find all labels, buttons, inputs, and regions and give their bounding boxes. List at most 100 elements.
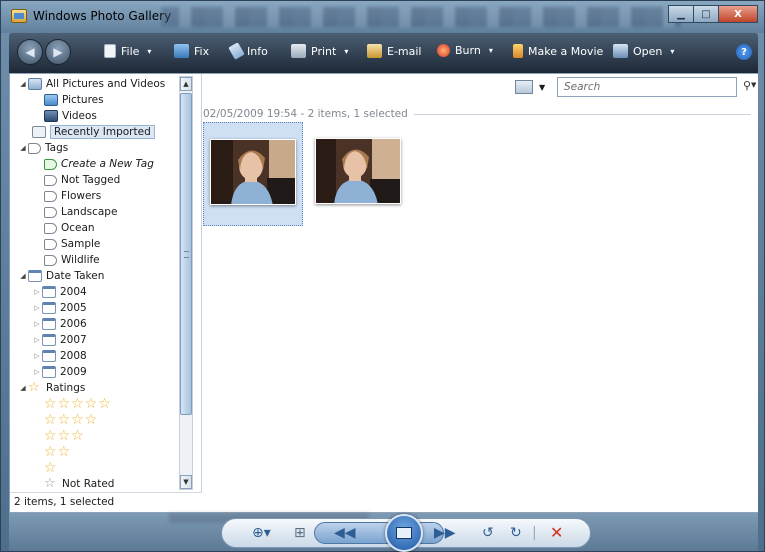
rotate-clockwise-icon[interactable]: ↻ (510, 525, 522, 541)
nav-item-create-tag[interactable]: Create a New Tag (10, 156, 178, 172)
expand-arrow-icon[interactable]: ▷ (32, 336, 42, 344)
nav-item-year[interactable]: ▷ 2007 (10, 332, 178, 348)
collapse-arrow-icon[interactable]: ◢ (18, 80, 28, 88)
divider (413, 113, 751, 115)
email-button[interactable]: E-mail (367, 44, 422, 58)
photo-gallery-window: Windows Photo Gallery ▁ □ X ◀ ▶ File ▾ F… (0, 0, 765, 552)
calendar-icon (42, 302, 56, 314)
chevron-down-icon[interactable]: ▼ (751, 81, 756, 89)
chevron-down-icon: ▾ (488, 46, 493, 55)
scroll-up-button[interactable]: ▲ (180, 77, 192, 91)
nav-label: Ratings (46, 382, 86, 394)
grip-icon (184, 251, 189, 258)
actual-size-icon[interactable]: ⊞ (294, 525, 306, 541)
nav-item-tags[interactable]: ◢ Tags (10, 140, 178, 156)
photo-thumbnail[interactable] (309, 122, 409, 226)
nav-item-rating-3[interactable]: ☆☆☆ (10, 428, 178, 444)
photo-gallery-app-icon[interactable] (11, 9, 27, 23)
nav-label: 2008 (60, 350, 87, 362)
make-a-movie-button[interactable]: Make a Movie (513, 44, 603, 58)
five-stars-icon: ☆☆☆☆☆ (44, 396, 112, 412)
nav-item-rating-1[interactable]: ☆ (10, 460, 178, 476)
photo-thumbnail[interactable] (203, 122, 303, 226)
nav-label: Wildlife (61, 254, 100, 266)
nav-label: Recently Imported (50, 125, 155, 139)
nav-item-tag[interactable]: Ocean (10, 220, 178, 236)
blurred-background-overlay (161, 7, 681, 27)
view-selector[interactable]: ▼ (515, 80, 545, 94)
nav-label: 2004 (60, 286, 87, 298)
navigation-scrollbar[interactable]: ▲ ▼ (179, 76, 193, 490)
two-stars-icon: ☆☆ (44, 444, 72, 460)
nav-item-not-tagged[interactable]: Not Tagged (10, 172, 178, 188)
collapse-arrow-icon[interactable]: ◢ (18, 384, 28, 392)
nav-item-not-rated[interactable]: ☆ Not Rated (10, 476, 178, 492)
collapse-arrow-icon[interactable]: ◢ (18, 144, 28, 152)
scroll-down-button[interactable]: ▼ (180, 475, 192, 489)
expand-arrow-icon[interactable]: ▷ (32, 288, 42, 296)
next-icon[interactable]: ▶▶ (434, 525, 456, 541)
nav-item-all-pictures-and-videos[interactable]: ◢ All Pictures and Videos (10, 76, 178, 92)
forward-button[interactable]: ▶ (45, 39, 71, 65)
burn-label: Burn (455, 44, 481, 57)
nav-item-ratings[interactable]: ◢ ☆ Ratings (10, 380, 178, 396)
nav-item-year[interactable]: ▷ 2004 (10, 284, 178, 300)
chevron-down-icon: ▼ (539, 82, 546, 92)
calendar-icon (42, 334, 56, 346)
nav-item-rating-5[interactable]: ☆☆☆☆☆ (10, 396, 178, 412)
open-menu-button[interactable]: Open ▾ (613, 44, 674, 58)
maximize-button[interactable]: □ (693, 5, 719, 23)
album-icon (28, 78, 42, 90)
fix-icon (174, 44, 189, 58)
print-menu-button[interactable]: Print ▾ (291, 44, 348, 58)
nav-item-tag[interactable]: Flowers (10, 188, 178, 204)
nav-item-date-taken[interactable]: ◢ Date Taken (10, 268, 178, 284)
nav-item-rating-2[interactable]: ☆☆ (10, 444, 178, 460)
help-button[interactable]: ? (736, 44, 752, 60)
file-icon (104, 44, 116, 58)
search-icon[interactable]: ⚲ (743, 79, 751, 92)
previous-icon[interactable]: ◀◀ (334, 525, 356, 541)
slide-show-button[interactable] (385, 514, 423, 552)
nav-item-videos[interactable]: Videos (10, 108, 178, 124)
nav-item-tag[interactable]: Sample (10, 236, 178, 252)
nav-item-year[interactable]: ▷ 2009 (10, 364, 178, 380)
scrollbar-thumb[interactable] (180, 93, 192, 415)
controls-pill: ⊕▾ ⊞ ◀◀ ▶▶ ↺ ↻ | ✕ (221, 514, 591, 552)
burn-menu-button[interactable]: Burn ▾ (437, 44, 493, 57)
expand-arrow-icon[interactable]: ▷ (32, 368, 42, 376)
chevron-down-icon: ▾ (670, 46, 675, 56)
expand-arrow-icon[interactable]: ▷ (32, 320, 42, 328)
nav-item-tag[interactable]: Wildlife (10, 252, 178, 268)
nav-label: Create a New Tag (61, 158, 154, 170)
nav-label: Pictures (62, 94, 104, 106)
collapse-arrow-icon[interactable]: ◢ (18, 272, 28, 280)
date-group-header[interactable]: 02/05/2009 19:54 - 2 items, 1 selected (203, 107, 751, 121)
minimize-button[interactable]: ▁ (668, 5, 694, 23)
fix-button[interactable]: Fix (174, 44, 209, 58)
playback-control-bar: ⊕▾ ⊞ ◀◀ ▶▶ ↺ ↻ | ✕ (9, 513, 758, 552)
nav-item-rating-4[interactable]: ☆☆☆☆ (10, 412, 178, 428)
rotate-counterclockwise-icon[interactable]: ↺ (482, 525, 494, 541)
nav-item-recently-imported[interactable]: Recently Imported (10, 124, 178, 140)
navigation-buttons: ◀ ▶ (17, 39, 79, 65)
back-button[interactable]: ◀ (17, 39, 43, 65)
zoom-icon[interactable]: ⊕▾ (252, 525, 271, 541)
file-menu-button[interactable]: File ▾ (104, 44, 151, 58)
delete-icon[interactable]: ✕ (550, 525, 563, 541)
expand-arrow-icon[interactable]: ▷ (32, 352, 42, 360)
info-button[interactable]: Info (228, 42, 268, 60)
nav-item-year[interactable]: ▷ 2005 (10, 300, 178, 316)
nav-item-tag[interactable]: Landscape (10, 204, 178, 220)
nav-label: 2009 (60, 366, 87, 378)
close-button[interactable]: X (718, 5, 758, 23)
tag-icon (44, 222, 57, 234)
search-input[interactable]: Search (557, 77, 737, 97)
nav-label: Ocean (61, 222, 95, 234)
navigation-tree: ◢ All Pictures and Videos Pictures Video… (10, 76, 178, 492)
title-bar[interactable]: Windows Photo Gallery ▁ □ X (1, 1, 764, 33)
nav-item-pictures[interactable]: Pictures (10, 92, 178, 108)
nav-item-year[interactable]: ▷ 2006 (10, 316, 178, 332)
nav-item-year[interactable]: ▷ 2008 (10, 348, 178, 364)
expand-arrow-icon[interactable]: ▷ (32, 304, 42, 312)
